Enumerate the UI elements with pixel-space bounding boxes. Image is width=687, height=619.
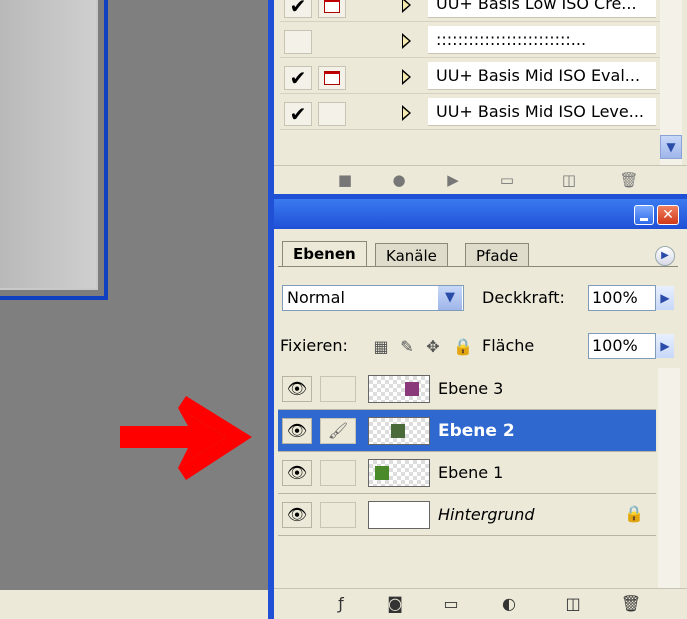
layer-thumbnail — [368, 501, 430, 529]
close-button[interactable]: ✕ — [657, 205, 679, 225]
expand-triangle-icon[interactable] — [402, 105, 411, 121]
action-toggle-checkbox[interactable] — [284, 30, 312, 54]
expand-triangle-icon[interactable] — [402, 33, 411, 49]
layer-row[interactable]: 👁 Hintergrund 🔒 — [278, 494, 656, 536]
tab-channels[interactable]: Kanäle — [375, 243, 448, 267]
action-row[interactable]: ✔ UU+ Basis Mid ISO Leve... — [280, 96, 680, 130]
record-icon[interactable]: ● — [388, 170, 410, 190]
stop-icon[interactable]: ■ — [334, 170, 356, 190]
red-arrow-annotation — [120, 396, 252, 480]
eye-icon[interactable]: 👁 — [282, 376, 312, 402]
fill-label: Fläche — [482, 336, 535, 355]
delete-icon[interactable]: 🗑 — [618, 170, 640, 190]
new-action-icon[interactable]: ◫ — [558, 170, 580, 190]
fill-slider-button[interactable]: ▶ — [656, 334, 674, 358]
dialog-toggle-icon[interactable] — [318, 66, 346, 90]
layer-thumbnail — [368, 375, 430, 403]
expand-triangle-icon[interactable] — [402, 69, 411, 85]
lock-all-icon[interactable]: 🔒 — [452, 336, 474, 358]
layers-scrollbar[interactable] — [658, 368, 680, 588]
layer-name: Ebene 3 — [438, 379, 504, 398]
eye-icon[interactable]: 👁 — [282, 460, 312, 486]
layer-name: Ebene 2 — [438, 421, 515, 441]
adjustment-icon[interactable]: ◐ — [496, 593, 522, 615]
opacity-input[interactable]: 100% — [588, 285, 656, 311]
tab-divider — [278, 266, 678, 267]
action-toggle-checkbox[interactable]: ✔ — [284, 102, 312, 126]
lock-position-icon[interactable]: ✥ — [422, 336, 444, 358]
brush-icon[interactable]: 🖌 — [320, 418, 356, 444]
opacity-label: Deckkraft: — [482, 288, 565, 307]
new-set-icon[interactable]: ▭ — [496, 170, 518, 190]
delete-icon[interactable]: 🗑 — [618, 593, 644, 615]
action-row[interactable]: :::::::::::::::::::::::::... — [280, 24, 680, 58]
layer-name: Hintergrund — [438, 505, 535, 524]
link-toggle[interactable] — [320, 502, 356, 528]
link-toggle[interactable] — [320, 376, 356, 402]
play-icon[interactable]: ▶ — [442, 170, 464, 190]
layer-thumbnail — [368, 459, 430, 487]
action-name: UU+ Basis Mid ISO Leve... — [428, 98, 656, 126]
eye-icon[interactable]: 👁 — [282, 418, 312, 444]
expand-triangle-icon[interactable] — [402, 0, 411, 13]
action-toggle-checkbox[interactable]: ✔ — [284, 0, 312, 18]
status-bar — [0, 590, 268, 619]
dialog-toggle-icon[interactable] — [318, 0, 346, 18]
action-name: UU+ Basis Mid ISO Eval... — [428, 62, 656, 90]
blend-mode-select[interactable]: Normal — [282, 285, 464, 311]
lock-icon: 🔒 — [624, 504, 644, 523]
action-row[interactable]: ✔ UU+ Basis Low ISO Cre... — [280, 0, 680, 22]
scroll-down-button[interactable]: ▼ — [660, 135, 682, 159]
layers-toolbar: ƒ ◙ ▭ ◐ ◫ 🗑 — [274, 588, 687, 619]
dialog-toggle-icon[interactable] — [318, 102, 346, 126]
dialog-toggle-icon[interactable] — [318, 30, 344, 52]
minimize-button[interactable] — [634, 205, 654, 225]
action-toggle-checkbox[interactable]: ✔ — [284, 66, 312, 90]
layer-name: Ebene 1 — [438, 463, 504, 482]
layer-thumbnail — [368, 417, 430, 445]
palette-menu-button[interactable]: ▶ — [655, 246, 675, 266]
actions-toolbar: ■ ● ▶ ▭ ◫ 🗑 — [274, 165, 687, 194]
layer-row[interactable]: 👁 Ebene 1 — [278, 452, 656, 494]
lock-label: Fixieren: — [280, 336, 348, 355]
tab-layers[interactable]: Ebenen — [282, 241, 367, 267]
layer-row[interactable]: 👁 🖌 Ebene 2 — [278, 410, 656, 452]
layer-style-icon[interactable]: ƒ — [328, 593, 354, 615]
action-name: :::::::::::::::::::::::::... — [428, 26, 656, 54]
link-toggle[interactable] — [320, 460, 356, 486]
eye-icon[interactable]: 👁 — [282, 502, 312, 528]
lock-image-icon[interactable]: ✎ — [396, 336, 418, 358]
group-icon[interactable]: ▭ — [438, 593, 464, 615]
fill-input[interactable]: 100% — [588, 333, 656, 359]
new-layer-icon[interactable]: ◫ — [560, 593, 586, 615]
opacity-slider-button[interactable]: ▶ — [656, 286, 674, 310]
action-row[interactable]: ✔ UU+ Basis Mid ISO Eval... — [280, 60, 680, 94]
lock-transparency-icon[interactable]: ▦ — [370, 336, 392, 358]
mask-icon[interactable]: ◙ — [382, 593, 408, 615]
tab-paths[interactable]: Pfade — [465, 243, 530, 267]
action-name: UU+ Basis Low ISO Cre... — [428, 0, 656, 18]
layers-title-bar[interactable] — [274, 199, 687, 229]
layer-row[interactable]: 👁 Ebene 3 — [278, 368, 656, 410]
chevron-down-icon[interactable]: ▼ — [438, 286, 462, 310]
canvas-image — [0, 0, 98, 290]
